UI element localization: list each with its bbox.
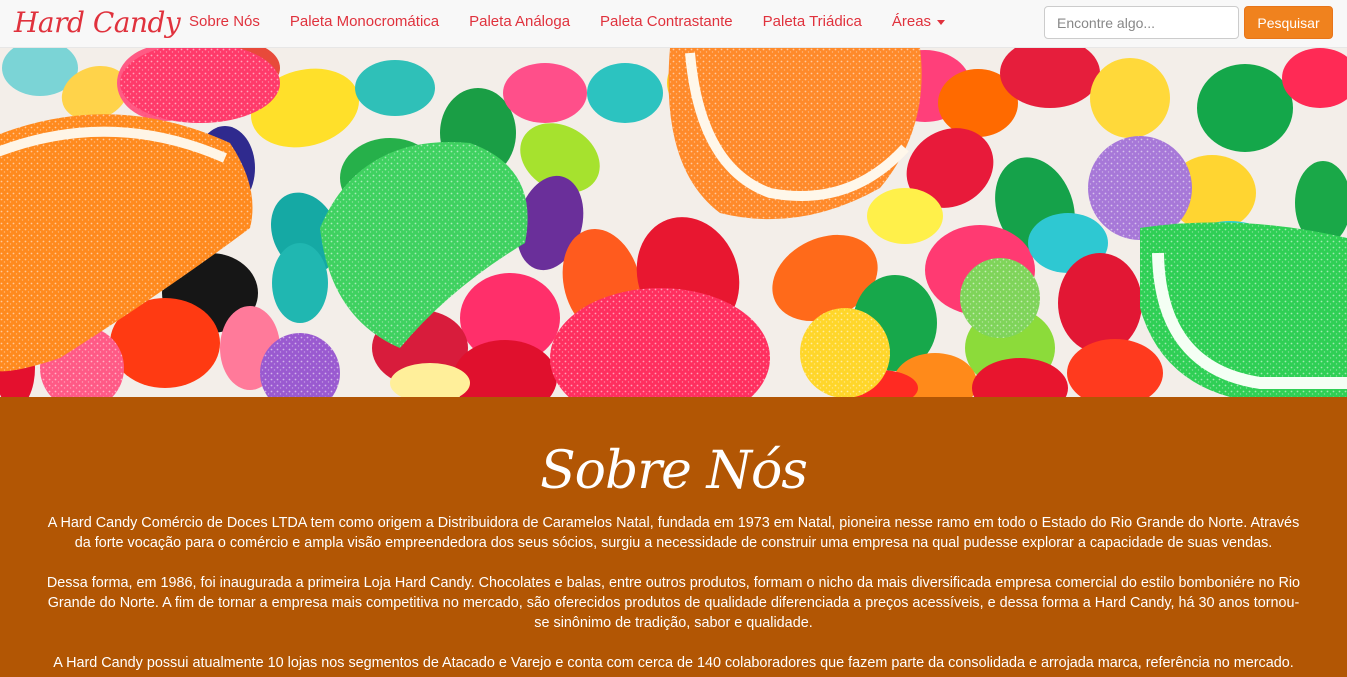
nav-dropdown-areas[interactable]: Áreas <box>877 0 960 44</box>
nav-dropdown-areas-label: Áreas <box>891 13 932 30</box>
about-paragraph: A Hard Candy possui atualmente 10 lojas … <box>53 655 1294 671</box>
top-navbar: Hard Candy Sobre Nós Paleta Monocromátic… <box>0 0 1347 48</box>
nav-link-paleta-contrastante[interactable]: Paleta Contrastante <box>585 0 748 44</box>
nav-link-paleta-triadica[interactable]: Paleta Triádica <box>748 0 877 44</box>
hero-candy-banner <box>0 48 1347 397</box>
about-paragraph: A Hard Candy Comércio de Doces LTDA tem … <box>47 515 1300 551</box>
about-text: A Hard Candy Comércio de Doces LTDA tem … <box>44 513 1303 677</box>
about-paragraph: Dessa forma, em 1986, foi inaugurada a p… <box>46 575 1301 631</box>
about-title: Sobre Nós <box>540 441 808 501</box>
about-section: Sobre Nós A Hard Candy Comércio de Doces… <box>0 397 1347 677</box>
candy-banner-image <box>0 48 1347 397</box>
search-input[interactable] <box>1044 6 1239 39</box>
nav-links: Sobre Nós Paleta Monocromática Paleta An… <box>174 0 960 44</box>
nav-link-paleta-analoga[interactable]: Paleta Análoga <box>454 0 585 44</box>
brand-logo[interactable]: Hard Candy <box>14 1 181 45</box>
nav-link-paleta-monocromatica[interactable]: Paleta Monocromática <box>275 0 454 44</box>
nav-link-sobre-nos[interactable]: Sobre Nós <box>174 0 275 44</box>
search-button[interactable]: Pesquisar <box>1244 6 1333 39</box>
caret-down-icon <box>937 19 946 25</box>
